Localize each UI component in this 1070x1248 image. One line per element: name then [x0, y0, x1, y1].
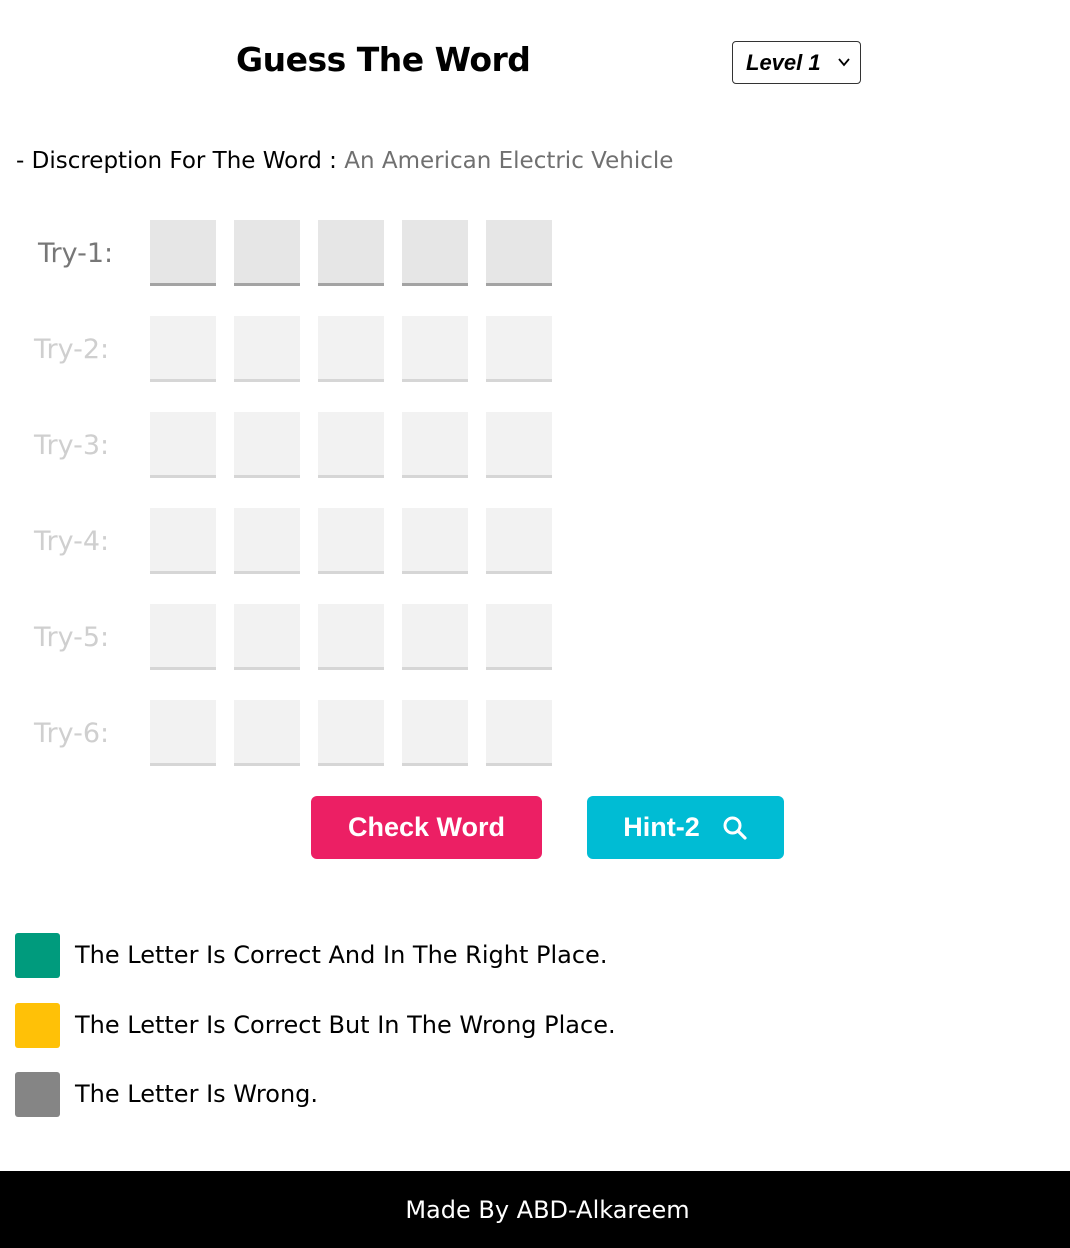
legend-swatch: [15, 933, 60, 978]
hint-button[interactable]: Hint-2: [587, 796, 784, 859]
try-row: Try-5:: [0, 604, 600, 670]
check-word-label: Check Word: [347, 812, 506, 842]
letter-input: [318, 316, 384, 382]
legend-swatch: [15, 1003, 60, 1048]
try-row: Try-2:: [0, 316, 600, 382]
check-word-button[interactable]: Check Word: [311, 796, 542, 859]
legend-text: The Letter Is Correct And In The Right P…: [75, 941, 608, 969]
header: Guess The Word Level 1: [0, 0, 1070, 120]
letter-input: [318, 700, 384, 766]
letter-input: [486, 700, 552, 766]
legend-text: The Letter Is Wrong.: [75, 1080, 319, 1108]
letter-input: [150, 508, 216, 574]
letter-input: [150, 604, 216, 670]
legend-item: The Letter Is Wrong.: [15, 1072, 715, 1117]
word-description: - Discreption For The Word : An American…: [16, 148, 673, 174]
try-label: Try-3:: [34, 430, 110, 461]
try-label: Try-4:: [34, 526, 110, 557]
footer-credit: Made By ABD-Alkareem: [405, 1195, 690, 1224]
footer: Made By ABD-Alkareem: [0, 1171, 1070, 1248]
try-row: Try-4:: [0, 508, 600, 574]
letter-input[interactable]: [486, 220, 552, 286]
try-row: Try-6:: [0, 700, 600, 766]
try-row: Try-1:: [0, 220, 600, 286]
letter-input: [234, 604, 300, 670]
letter-input: [234, 700, 300, 766]
try-label: Try-5:: [34, 622, 110, 653]
letter-input: [318, 412, 384, 478]
letter-input: [402, 412, 468, 478]
letter-input: [234, 508, 300, 574]
try-row: Try-3:: [0, 412, 600, 478]
page-title: Guess The Word: [236, 40, 531, 79]
level-select-value: Level 1: [746, 49, 821, 75]
letter-input: [234, 412, 300, 478]
letter-input[interactable]: [402, 220, 468, 286]
letter-input: [486, 604, 552, 670]
legend-item: The Letter Is Correct And In The Right P…: [15, 933, 715, 978]
description-value: An American Electric Vehicle: [344, 148, 674, 174]
letter-input: [150, 412, 216, 478]
try-label: Try-6:: [34, 718, 110, 749]
letter-input: [150, 700, 216, 766]
letter-input: [150, 316, 216, 382]
letter-input[interactable]: [150, 220, 216, 286]
legend-text: The Letter Is Correct But In The Wrong P…: [75, 1011, 616, 1039]
legend-item: The Letter Is Correct But In The Wrong P…: [15, 1003, 715, 1048]
try-label: Try-2:: [34, 334, 110, 365]
letter-input: [486, 412, 552, 478]
letter-input: [402, 700, 468, 766]
legend-swatch: [15, 1072, 60, 1117]
search-icon: [723, 816, 747, 840]
try-label: Try-1:: [38, 238, 114, 269]
letter-input: [318, 508, 384, 574]
hint-label: Hint-2: [623, 812, 700, 842]
letter-input[interactable]: [318, 220, 384, 286]
chevron-down-icon: [838, 58, 850, 67]
letter-input: [486, 508, 552, 574]
letter-input: [486, 316, 552, 382]
letter-input: [318, 604, 384, 670]
level-select[interactable]: Level 1: [732, 41, 861, 84]
letter-input: [402, 604, 468, 670]
letter-input[interactable]: [234, 220, 300, 286]
letter-input: [234, 316, 300, 382]
letter-input: [402, 316, 468, 382]
letter-input: [402, 508, 468, 574]
description-label: - Discreption For The Word :: [16, 148, 337, 174]
